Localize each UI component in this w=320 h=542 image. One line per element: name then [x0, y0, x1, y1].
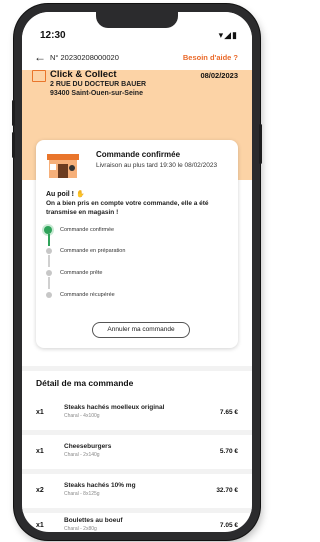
list-item[interactable]: x1 Boulettes au boeuf Charal - 2x80g 7.0… [22, 509, 252, 532]
list-item[interactable]: x1 Cheeseburgers Charal - 2x140g 5.70 € [22, 435, 252, 469]
power-button [259, 124, 262, 164]
item-qty: x1 [36, 522, 44, 529]
phone-frame: 12:30 ▾◢▮ ← N° 20230208000020 Besoin d'a… [12, 4, 262, 540]
order-status-card: Commande confirmée Livraison au plus tar… [36, 140, 238, 348]
item-desc: Charal - 2x80g [64, 526, 97, 532]
cancel-order-button[interactable]: Annuler ma commande [92, 322, 190, 338]
volume-down-button [12, 132, 15, 158]
item-price: 7.65 € [219, 409, 238, 416]
store-date: 08/02/2023 [200, 71, 238, 80]
timeline-line [48, 255, 50, 267]
signal-battery-icon: ▾◢▮ [218, 30, 238, 40]
store-icon [32, 70, 46, 82]
item-desc: Charal - 2x140g [64, 452, 100, 458]
notch [96, 12, 178, 28]
step-label: Commande confirmée [60, 227, 115, 233]
top-nav: ← N° 20230208000020 Besoin d'aide ? [22, 48, 252, 70]
confirmation-subtitle: Livraison au plus tard 19:30 le 08/02/20… [96, 162, 218, 169]
item-price: 7.05 € [219, 522, 238, 529]
help-link[interactable]: Besoin d'aide ? [183, 53, 238, 62]
step-dot [46, 248, 52, 254]
item-desc: Charal - 8x125g [64, 491, 100, 497]
item-desc: Charal - 4x100g [64, 413, 100, 419]
confirmation-title: Commande confirmée [96, 150, 181, 159]
timeline-line [48, 277, 50, 289]
screen: 12:30 ▾◢▮ ← N° 20230208000020 Besoin d'a… [22, 12, 252, 532]
step-label: Commande récupérée [60, 292, 115, 298]
item-name: Boulettes au boeuf [64, 517, 123, 524]
item-price: 5.70 € [219, 448, 238, 455]
back-arrow-icon[interactable]: ← [34, 50, 46, 64]
order-timeline: Commande confirmée Commande en préparati… [44, 226, 226, 316]
step-dot [46, 270, 52, 276]
store-illustration-icon [47, 154, 79, 178]
step-dot [46, 292, 52, 298]
item-name: Cheeseburgers [64, 443, 112, 450]
step-label: Commande prête [60, 270, 103, 276]
item-qty: x1 [36, 448, 44, 455]
list-item[interactable]: x1 Steaks hachés moelleux original Chara… [22, 396, 252, 430]
timeline-line [48, 234, 50, 246]
order-number: N° 20230208000020 [50, 53, 119, 62]
volume-up-button [12, 100, 15, 126]
item-name: Steaks hachés moelleux original [64, 404, 165, 411]
step-dot-active [44, 226, 52, 234]
order-detail-title: Détail de ma commande [36, 378, 134, 388]
greeting: Au poil ! ✋ [46, 191, 85, 198]
store-title: Click & Collect [50, 69, 117, 80]
item-qty: x2 [36, 487, 44, 494]
confirmation-message: On a bien pris en compte votre commande,… [46, 200, 209, 216]
store-address-line2: 93400 Saint-Ouen-sur-Seine [50, 90, 143, 97]
item-price: 32.70 € [216, 487, 238, 494]
item-qty: x1 [36, 409, 44, 416]
section-divider [22, 366, 252, 371]
status-time: 12:30 [40, 30, 66, 41]
item-name: Steaks hachés 10% mg [64, 482, 136, 489]
step-label: Commande en préparation [60, 248, 126, 254]
store-address-line1: 2 RUE DU DOCTEUR BAUER [50, 81, 147, 88]
list-item[interactable]: x2 Steaks hachés 10% mg Charal - 8x125g … [22, 474, 252, 508]
